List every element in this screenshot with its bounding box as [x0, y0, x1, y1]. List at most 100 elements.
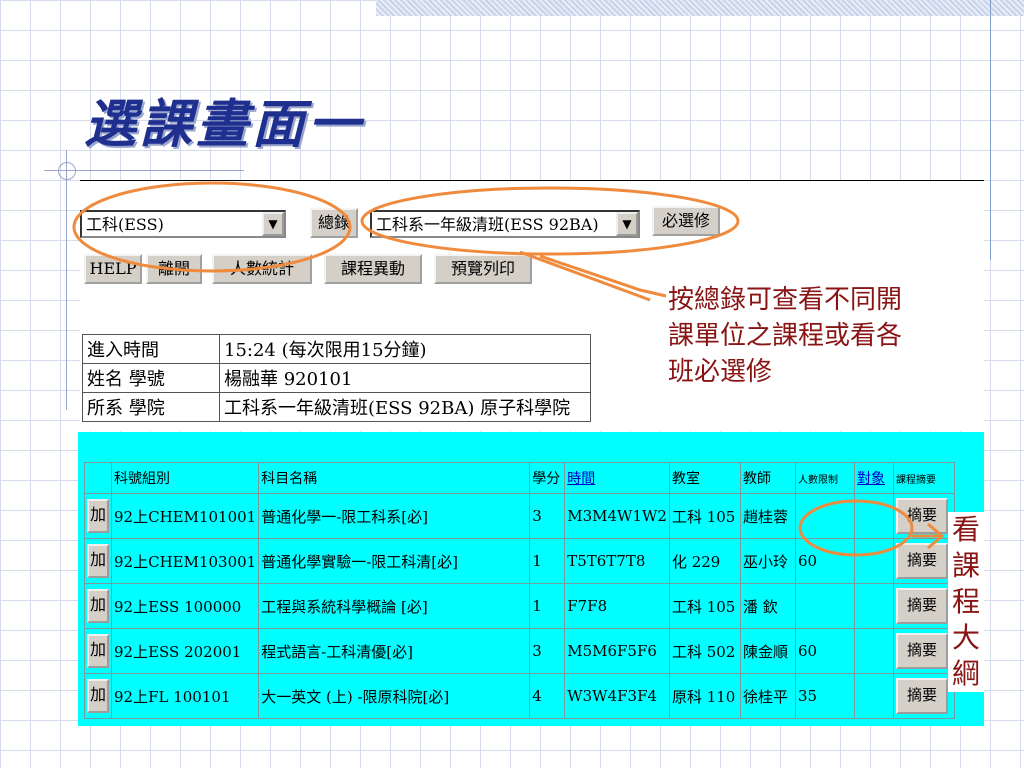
course-change-button[interactable]: 課程異動 — [324, 254, 422, 284]
add-cell: 加 — [84, 628, 112, 674]
summary-cell: 摘要 — [892, 628, 955, 674]
slide-title: 選課畫面一 — [84, 94, 365, 155]
department-select[interactable]: 工科(ESS) ▼ — [80, 210, 286, 238]
summary-cell: 摘要 — [892, 673, 955, 719]
course-credits: 3 — [529, 493, 566, 539]
course-summary-button[interactable]: 摘要 — [895, 633, 948, 669]
header-summary: 課程摘要 — [892, 462, 955, 494]
course-room: 原科 110 — [668, 673, 741, 719]
add-course-button[interactable]: 加 — [87, 679, 109, 713]
annotation-char: 綱 — [951, 657, 980, 690]
add-course-button[interactable]: 加 — [87, 544, 109, 578]
annotation-note: 按總錄可查看不同開 課單位之課程或看各 班必選修 — [668, 282, 902, 390]
info-label: 姓名 學號 — [82, 363, 220, 393]
course-summary-button[interactable]: 摘要 — [895, 543, 948, 579]
summary-cell: 摘要 — [892, 538, 955, 584]
add-cell: 加 — [84, 538, 112, 584]
add-course-button[interactable]: 加 — [87, 499, 109, 533]
info-label: 進入時間 — [82, 334, 220, 364]
header-target[interactable]: 對象 — [853, 462, 894, 494]
course-name: 程式語言-工科清優[必] — [258, 628, 531, 674]
department-select-value: 工科(ESS) — [86, 215, 164, 234]
target-sort-link[interactable]: 對象 — [857, 471, 885, 487]
header-course-name: 科目名稱 — [258, 462, 531, 494]
course-code: 92上CHEM103001 — [110, 538, 260, 584]
course-credits: 1 — [529, 538, 566, 584]
course-room: 化 229 — [668, 538, 741, 584]
header-credits: 學分 — [529, 462, 566, 494]
course-code: 92上CHEM101001 — [110, 493, 260, 539]
student-info-table: 進入時間 15:24 (每次限用15分鐘) 姓名 學號 楊融華 920101 所… — [82, 334, 591, 422]
total-button[interactable]: 總錄 — [310, 208, 358, 238]
course-name: 普通化學實驗一-限工科清[必] — [258, 538, 531, 584]
add-course-button[interactable]: 加 — [87, 589, 109, 623]
header-blank — [84, 462, 112, 494]
annotation-line: 班必選修 — [668, 357, 773, 387]
course-list-panel: 科號組別 科目名稱 學分 時間 教室 教師 人數限制 對象 課程摘要 加 92上… — [78, 432, 984, 726]
table-row: 加 92上FL 100101 大一英文 (上) -限原科院[必] 4 W3W4F… — [84, 673, 955, 719]
top-decoration-band — [376, 0, 1024, 16]
chevron-down-icon[interactable]: ▼ — [616, 212, 638, 236]
course-code: 92上ESS 202001 — [110, 628, 260, 674]
add-cell: 加 — [84, 493, 112, 539]
annotation-vertical-note: 看 課 程 大 綱 — [948, 512, 984, 692]
info-label: 所系 學院 — [82, 392, 220, 422]
annotation-line: 按總錄可查看不同開 — [668, 285, 903, 315]
course-target — [853, 538, 894, 584]
table-row: 加 92上ESS 202001 程式語言-工科清優[必] 3 M5M6F5F6 … — [84, 628, 955, 674]
course-summary-button[interactable]: 摘要 — [895, 588, 948, 624]
table-row: 加 92上ESS 100000 工程與系統科學概論 [必] 1 F7F8 工科 … — [84, 583, 955, 629]
course-time: M5M6F5F6 — [564, 628, 670, 674]
course-limit: 60 — [794, 538, 855, 584]
course-table: 科號組別 科目名稱 學分 時間 教室 教師 人數限制 對象 課程摘要 加 92上… — [84, 462, 955, 719]
course-teacher: 趙桂蓉 — [739, 493, 796, 539]
course-time: W3W4F3F4 — [564, 673, 670, 719]
table-row: 加 92上CHEM101001 普通化學一-限工科系[必] 3 M3M4W1W2… — [84, 493, 955, 539]
course-target — [853, 583, 894, 629]
course-teacher: 徐桂平 — [739, 673, 796, 719]
course-target — [853, 493, 894, 539]
course-summary-button[interactable]: 摘要 — [895, 498, 948, 534]
annotation-line: 課單位之課程或看各 — [668, 321, 903, 351]
help-button[interactable]: HELP — [84, 254, 142, 284]
course-time: T5T6T7T8 — [564, 538, 670, 584]
info-row: 所系 學院 工科系一年級清班(ESS 92BA) 原子科學院 — [82, 392, 591, 422]
course-teacher: 潘 欽 — [739, 583, 796, 629]
summary-cell: 摘要 — [892, 583, 955, 629]
course-name: 普通化學一-限工科系[必] — [258, 493, 531, 539]
header-teacher: 教師 — [739, 462, 796, 494]
student-info-box: 進入時間 15:24 (每次限用15分鐘) 姓名 學號 楊融華 920101 所… — [82, 334, 592, 426]
header-time[interactable]: 時間 — [564, 462, 670, 494]
annotation-char: 程 — [951, 585, 980, 618]
class-select[interactable]: 工科系一年級清班(ESS 92BA) ▼ — [370, 210, 640, 238]
course-code: 92上ESS 100000 — [110, 583, 260, 629]
course-credits: 4 — [529, 673, 566, 719]
course-teacher: 巫小玲 — [739, 538, 796, 584]
course-target — [853, 628, 894, 674]
add-course-button[interactable]: 加 — [87, 634, 109, 668]
add-cell: 加 — [84, 673, 112, 719]
annotation-char: 課 — [951, 549, 980, 582]
info-value: 15:24 (每次限用15分鐘) — [219, 334, 591, 364]
header-course-code: 科號組別 — [110, 462, 260, 494]
chevron-down-icon[interactable]: ▼ — [262, 212, 284, 236]
print-preview-button[interactable]: 預覽列印 — [434, 254, 532, 284]
course-time: F7F8 — [564, 583, 670, 629]
course-summary-button[interactable]: 摘要 — [895, 678, 948, 714]
enrollment-stats-button[interactable]: 人數統計 — [212, 254, 312, 284]
course-room: 工科 105 — [668, 493, 741, 539]
course-limit: 60 — [794, 628, 855, 674]
exit-button[interactable]: 離開 — [146, 254, 202, 284]
info-row: 進入時間 15:24 (每次限用15分鐘) — [82, 334, 591, 364]
course-target — [853, 673, 894, 719]
course-table-header: 科號組別 科目名稱 學分 時間 教室 教師 人數限制 對象 課程摘要 — [84, 462, 955, 494]
table-row: 加 92上CHEM103001 普通化學實驗一-限工科清[必] 1 T5T6T7… — [84, 538, 955, 584]
summary-cell: 摘要 — [892, 493, 955, 539]
course-limit: 35 — [794, 673, 855, 719]
required-elective-button[interactable]: 必選修 — [652, 206, 720, 236]
header-limit: 人數限制 — [794, 462, 855, 494]
time-sort-link[interactable]: 時間 — [567, 471, 595, 487]
course-limit — [794, 493, 855, 539]
info-row: 姓名 學號 楊融華 920101 — [82, 363, 591, 393]
course-teacher: 陳金順 — [739, 628, 796, 674]
